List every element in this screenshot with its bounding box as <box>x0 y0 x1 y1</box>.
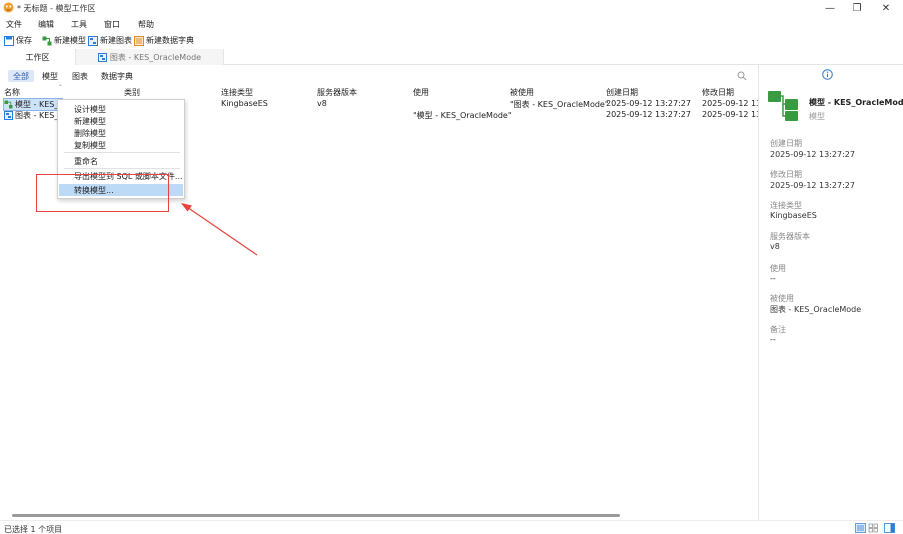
details-title: 模型 - KES_OracleMode <box>809 98 903 107</box>
details-connection-value: KingbaseES <box>770 211 817 220</box>
ctx-new-model[interactable]: 新建模型 <box>59 115 183 127</box>
row-version: v8 <box>317 99 327 108</box>
details-connection-label: 连接类型 <box>770 201 802 210</box>
details-used-by-label: 被使用 <box>770 294 794 303</box>
new-chart-button[interactable]: 新建图表 <box>88 34 132 47</box>
ctx-duplicate-model[interactable]: 复制模型 <box>59 139 183 151</box>
row-uses: "模型 - KES_OracleMode" <box>413 111 512 120</box>
ctx-separator <box>64 152 180 153</box>
save-icon <box>4 35 14 46</box>
selection-status: 已选择 1 个项目 <box>4 525 63 534</box>
details-modified-value: 2025-09-12 13:27:27 <box>770 181 855 190</box>
menu-bar: 文件 编辑 工具 窗口 帮助 <box>0 16 903 32</box>
chart-icon <box>97 52 107 62</box>
menu-window[interactable]: 窗口 <box>104 19 120 30</box>
grid-view-button[interactable] <box>868 523 879 533</box>
annotation-highlight-box <box>36 174 169 212</box>
col-name[interactable]: 名称 <box>4 87 20 98</box>
ctx-delete-model[interactable]: 删除模型 <box>59 127 183 139</box>
row-name: 图表 - KES_OracleMode <box>15 111 62 120</box>
menu-tools[interactable]: 工具 <box>71 19 87 30</box>
details-notes-label: 备注 <box>770 325 786 334</box>
ctx-separator <box>64 168 180 169</box>
filter-data-dictionary[interactable]: 数据字典 <box>96 70 138 82</box>
close-button[interactable]: ✕ <box>871 0 901 16</box>
details-created-label: 创建日期 <box>770 139 802 148</box>
col-server-version[interactable]: 服务器版本 <box>317 87 357 98</box>
save-label: 保存 <box>16 36 32 45</box>
annotation-arrow <box>181 203 258 256</box>
grid-view-icon <box>868 523 878 533</box>
new-model-button[interactable]: 新建模型 <box>42 34 86 47</box>
col-created[interactable]: 创建日期 <box>606 87 638 98</box>
row-created: 2025-09-12 13:27:27 <box>606 99 691 108</box>
col-uses[interactable]: 使用 <box>413 87 429 98</box>
filter-bar: 全部 模型 图表 数据字典 <box>0 67 758 85</box>
horizontal-scrollbar[interactable] <box>12 514 620 517</box>
sort-ascending-icon: ⌃ <box>58 84 64 91</box>
details-used-by-value: 图表 - KES_OracleMode <box>770 305 862 314</box>
ctx-rename[interactable]: 重命名 <box>59 155 183 167</box>
details-version-value: v8 <box>770 242 780 251</box>
details-notes-value: -- <box>770 335 776 344</box>
new-model-label: 新建模型 <box>54 36 86 45</box>
menu-edit[interactable]: 编辑 <box>38 19 54 30</box>
col-used-by[interactable]: 被使用 <box>510 87 534 98</box>
row-modified: 2025-09-12 13:27:27 <box>702 110 758 119</box>
panel-view-button[interactable] <box>884 523 895 533</box>
maximize-button[interactable]: ❐ <box>842 0 872 16</box>
toolbar: 保存 新建模型 新建图表 新建数据字典 <box>0 32 903 49</box>
new-chart-label: 新建图表 <box>100 36 132 45</box>
panel-view-icon <box>884 523 895 533</box>
row-modified: 2025-09-12 13:27:27 <box>702 99 758 108</box>
status-bar: 已选择 1 个项目 <box>0 520 903 534</box>
title-bar: * 无标题 - 模型工作区 — ❐ ✕ <box>0 0 903 16</box>
minimize-button[interactable]: — <box>815 0 845 16</box>
tab-chart[interactable]: 图表 - KES_OracleMode <box>76 49 224 65</box>
model-icon <box>4 100 13 109</box>
new-dict-icon <box>134 35 144 46</box>
row-created: 2025-09-12 13:27:27 <box>606 110 691 119</box>
menu-help[interactable]: 帮助 <box>138 19 154 30</box>
list-view-button[interactable] <box>855 523 866 533</box>
tab-workspace-label: 工作区 <box>25 52 50 62</box>
details-subtitle: 模型 <box>809 112 825 121</box>
search-icon[interactable] <box>737 71 747 81</box>
col-modified[interactable]: 修改日期 <box>702 87 734 98</box>
info-icon[interactable] <box>822 69 833 80</box>
tab-workspace[interactable]: 工作区 <box>0 49 76 65</box>
new-dict-button[interactable]: 新建数据字典 <box>134 34 194 47</box>
row-connection: KingbaseES <box>221 99 268 108</box>
details-created-value: 2025-09-12 13:27:27 <box>770 150 855 159</box>
model-icon <box>768 91 798 121</box>
new-model-icon <box>42 36 52 45</box>
filter-models[interactable]: 模型 <box>37 70 63 82</box>
filter-charts[interactable]: 图表 <box>67 70 93 82</box>
new-chart-icon <box>88 35 98 46</box>
chart-icon <box>4 111 13 120</box>
details-version-label: 服务器版本 <box>770 232 810 241</box>
app-icon <box>3 2 14 13</box>
save-button[interactable]: 保存 <box>4 34 32 47</box>
row-name-cell[interactable]: 图表 - KES_OracleMode <box>4 110 62 121</box>
window-title: * 无标题 - 模型工作区 <box>17 4 96 13</box>
col-connection-type[interactable]: 连接类型 <box>221 87 253 98</box>
details-modified-label: 修改日期 <box>770 170 802 179</box>
filter-all[interactable]: 全部 <box>8 70 34 82</box>
details-uses-value: -- <box>770 274 776 283</box>
tab-chart-label: 图表 - KES_OracleMode <box>109 52 202 62</box>
grid-header: 名称 ⌃ 类别 连接类型 服务器版本 使用 被使用 创建日期 修改日期 <box>0 84 758 98</box>
tab-bar: 工作区 图表 - KES_OracleMode <box>0 49 903 65</box>
new-dict-label: 新建数据字典 <box>146 36 194 45</box>
details-uses-label: 使用 <box>770 264 786 273</box>
col-category[interactable]: 类别 <box>124 87 140 98</box>
list-view-icon <box>855 523 866 533</box>
details-panel: 模型 - KES_OracleMode 模型 创建日期 2025-09-12 1… <box>758 65 903 520</box>
ctx-design-model[interactable]: 设计模型 <box>59 103 183 115</box>
menu-file[interactable]: 文件 <box>6 19 22 30</box>
